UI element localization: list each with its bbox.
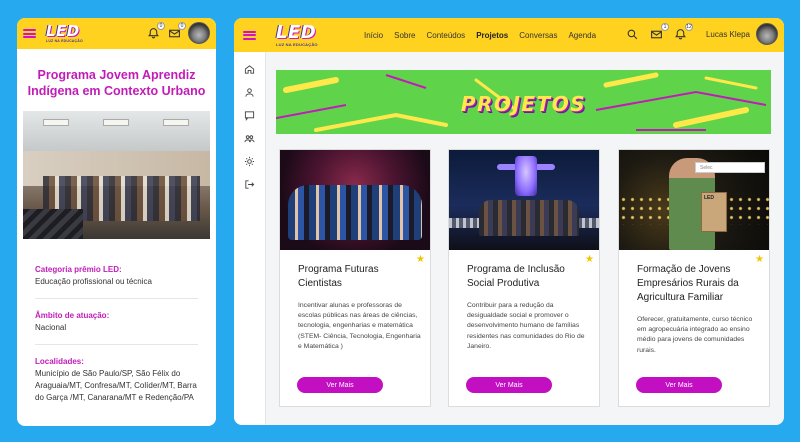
menu-icon[interactable] — [243, 30, 256, 40]
logo[interactable]: LED LUZ NA EDUCAÇÃO — [276, 21, 318, 47]
project-card[interactable]: ★ Programa Futuras Cientistas Incentivar… — [279, 149, 431, 407]
bell-icon[interactable]: 0 — [146, 22, 165, 40]
project-photo — [23, 111, 210, 239]
desktop-screen: LED LUZ NA EDUCAÇÃO Início Sobre Conteúd… — [234, 18, 784, 425]
home-icon[interactable] — [242, 62, 258, 76]
mail-icon[interactable]: 1 — [650, 23, 669, 41]
search-icon[interactable] — [626, 27, 640, 41]
sun-icon[interactable] — [242, 154, 258, 168]
card-title: Programa de Inclusão Social Produtiva — [467, 264, 565, 289]
desktop-header: LED LUZ NA EDUCAÇÃO Início Sobre Conteúd… — [234, 18, 784, 52]
project-card[interactable]: LED Selec ★ Formação de Jovens Empresári… — [618, 149, 770, 407]
mobile-header: LED LUZ NA EDUCAÇÃO 0 0 — [17, 18, 216, 49]
logout-icon[interactable] — [242, 177, 258, 191]
main-nav: Início Sobre Conteúdos Projetos Conversa… — [364, 18, 607, 52]
user-icon[interactable] — [242, 85, 258, 99]
nav-conteudos[interactable]: Conteúdos — [426, 31, 465, 40]
bell-icon[interactable]: 12 — [674, 23, 693, 41]
nav-projetos[interactable]: Projetos — [476, 31, 508, 40]
message-badge: 1 — [660, 23, 669, 31]
project-title: Programa Jovem Aprendiz Indígena em Cont… — [27, 68, 206, 98]
logo-text: LED — [276, 21, 317, 43]
box-logo-text: LED — [704, 195, 714, 201]
nav-agenda[interactable]: Agenda — [568, 31, 596, 40]
logo-subtitle: LUZ NA EDUCAÇÃO — [46, 38, 83, 43]
nav-conversas[interactable]: Conversas — [519, 31, 557, 40]
avatar[interactable] — [756, 23, 778, 45]
card-description: Incentivar alunas e professoras de escol… — [298, 302, 421, 350]
project-photo — [449, 150, 599, 250]
category-label: Categoria prêmio LED: — [35, 265, 122, 274]
project-photo — [280, 150, 430, 250]
avatar[interactable] — [188, 22, 210, 44]
message-badge: 0 — [178, 22, 186, 30]
nav-inicio[interactable]: Início — [364, 31, 383, 40]
banner-title: PROJETOS — [460, 92, 587, 116]
see-more-button[interactable]: Ver Mais — [466, 377, 552, 393]
divider — [35, 344, 198, 345]
notification-badge: 12 — [684, 23, 693, 31]
menu-icon[interactable] — [23, 29, 36, 38]
mail-icon[interactable]: 0 — [167, 22, 186, 40]
scope-value: Nacional — [35, 323, 67, 332]
see-more-button[interactable]: Ver Mais — [297, 377, 383, 393]
divider — [35, 298, 198, 299]
scope-label: Âmbito de atuação: — [35, 311, 110, 320]
logo-text: LED — [46, 21, 80, 40]
star-icon[interactable]: ★ — [416, 254, 425, 265]
card-description: Oferecer, gratuitamente, curso técnico e… — [637, 316, 753, 354]
nav-sobre[interactable]: Sobre — [394, 31, 415, 40]
user-name[interactable]: Lucas Klepa — [706, 30, 750, 39]
sidebar — [234, 52, 266, 425]
card-title: Programa Futuras Cientistas — [298, 264, 379, 289]
project-photo: LED Selec — [619, 150, 769, 250]
select-dropdown[interactable]: Selec — [695, 162, 765, 173]
chat-icon[interactable] — [242, 108, 258, 122]
card-description: Contribuir para a redução da desigualdad… — [467, 302, 585, 350]
category-value: Educação profissional ou técnica — [35, 277, 152, 286]
group-icon[interactable] — [242, 131, 258, 145]
see-more-button[interactable]: Ver Mais — [636, 377, 722, 393]
projects-banner: PROJETOS — [276, 70, 771, 134]
star-icon[interactable]: ★ — [585, 254, 594, 265]
notification-badge: 0 — [157, 22, 165, 30]
mobile-screen: LED LUZ NA EDUCAÇÃO 0 0 Programa Jovem A… — [17, 18, 216, 426]
project-card[interactable]: ★ Programa de Inclusão Social Produtiva … — [448, 149, 600, 407]
project-info: Categoria prêmio LED: Educação profissio… — [17, 239, 216, 404]
locations-value: Município de São Paulo/SP, São Félix do … — [35, 369, 197, 402]
card-title: Formação de Jovens Empresários Rurais da… — [637, 264, 739, 303]
logo-subtitle: LUZ NA EDUCAÇÃO — [276, 41, 318, 47]
logo[interactable]: LED LUZ NA EDUCAÇÃO — [46, 21, 83, 44]
star-icon[interactable]: ★ — [755, 254, 764, 265]
locations-label: Localidades: — [35, 357, 84, 366]
